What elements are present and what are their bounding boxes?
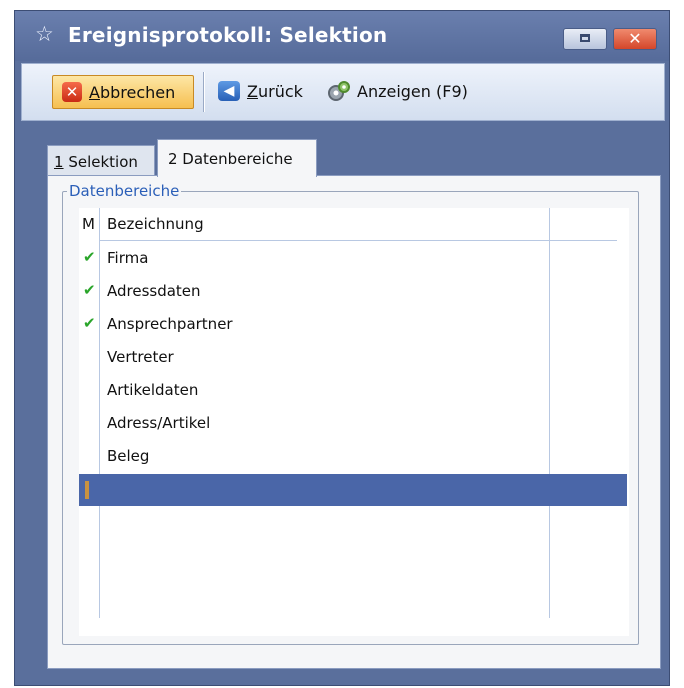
tab-panel: Datenbereiche M Bezeichnung ✔ Firma ✔ Ad…	[47, 175, 661, 669]
table-row[interactable]: Adress/Artikel	[79, 407, 629, 439]
arrow-left-icon: ◀	[218, 81, 240, 101]
show-label: Anzeigen (F9)	[357, 82, 468, 101]
row-label: Firma	[107, 249, 149, 267]
header-divider	[99, 240, 617, 241]
table-row[interactable]: Vertreter	[79, 341, 629, 373]
window-title: Ereignisprotokoll: Selektion	[68, 23, 388, 47]
back-label: Zurück	[247, 82, 303, 101]
row-label: Beleg	[107, 447, 150, 465]
title-bar[interactable]: ☆ Ereignisprotokoll: Selektion ✕	[15, 11, 669, 61]
table-row[interactable]: ✔ Firma	[79, 242, 629, 274]
edit-cursor-marker	[85, 481, 89, 499]
gears-icon	[328, 81, 350, 101]
toolbar: ✕ Abbrechen ◀ Zurück Anzeigen (F9)	[21, 63, 665, 121]
row-label: Artikeldaten	[107, 381, 199, 399]
close-icon: ✕	[628, 29, 642, 48]
groupbox-legend: Datenbereiche	[67, 182, 182, 200]
column-header-bezeichnung[interactable]: Bezeichnung	[107, 215, 204, 233]
column-header-m[interactable]: M	[82, 215, 95, 233]
close-button[interactable]: ✕	[613, 28, 657, 50]
cancel-x-icon: ✕	[62, 82, 82, 102]
table-row[interactable]: ✔ Adressdaten	[79, 275, 629, 307]
row-label: Adress/Artikel	[107, 414, 211, 432]
cancel-button[interactable]: ✕ Abbrechen	[52, 75, 194, 109]
restore-button[interactable]	[563, 28, 607, 50]
table-row[interactable]: Artikeldaten	[79, 374, 629, 406]
restore-icon	[580, 34, 590, 42]
tab-content-area: 1 Selektion 2 Datenbereiche Datenbereich…	[33, 135, 663, 677]
row-label: Ansprechpartner	[107, 315, 233, 333]
table-row[interactable]: ✔ Ansprechpartner	[79, 308, 629, 340]
back-button[interactable]: ◀ Zurück	[214, 75, 318, 109]
star-icon: ☆	[35, 22, 54, 46]
table-row-selected[interactable]	[79, 474, 627, 506]
show-button[interactable]: Anzeigen (F9)	[322, 75, 492, 109]
checkmark-icon: ✔	[83, 314, 96, 332]
datenbereiche-grid[interactable]: M Bezeichnung ✔ Firma ✔ Adressdaten ✔ An…	[79, 208, 629, 636]
row-label: Adressdaten	[107, 282, 201, 300]
tab-datenbereiche[interactable]: 2 Datenbereiche	[157, 139, 317, 177]
dialog-window: ☆ Ereignisprotokoll: Selektion ✕ ✕ Abbre…	[14, 10, 670, 686]
cancel-label: Abbrechen	[89, 83, 176, 102]
table-row[interactable]: Beleg	[79, 440, 629, 472]
checkmark-icon: ✔	[83, 281, 96, 299]
checkmark-icon: ✔	[83, 248, 96, 266]
row-label: Vertreter	[107, 348, 174, 366]
toolbar-separator	[203, 72, 205, 112]
tab-selektion[interactable]: 1 Selektion	[47, 145, 155, 175]
datenbereiche-groupbox: Datenbereiche M Bezeichnung ✔ Firma ✔ Ad…	[62, 182, 639, 645]
